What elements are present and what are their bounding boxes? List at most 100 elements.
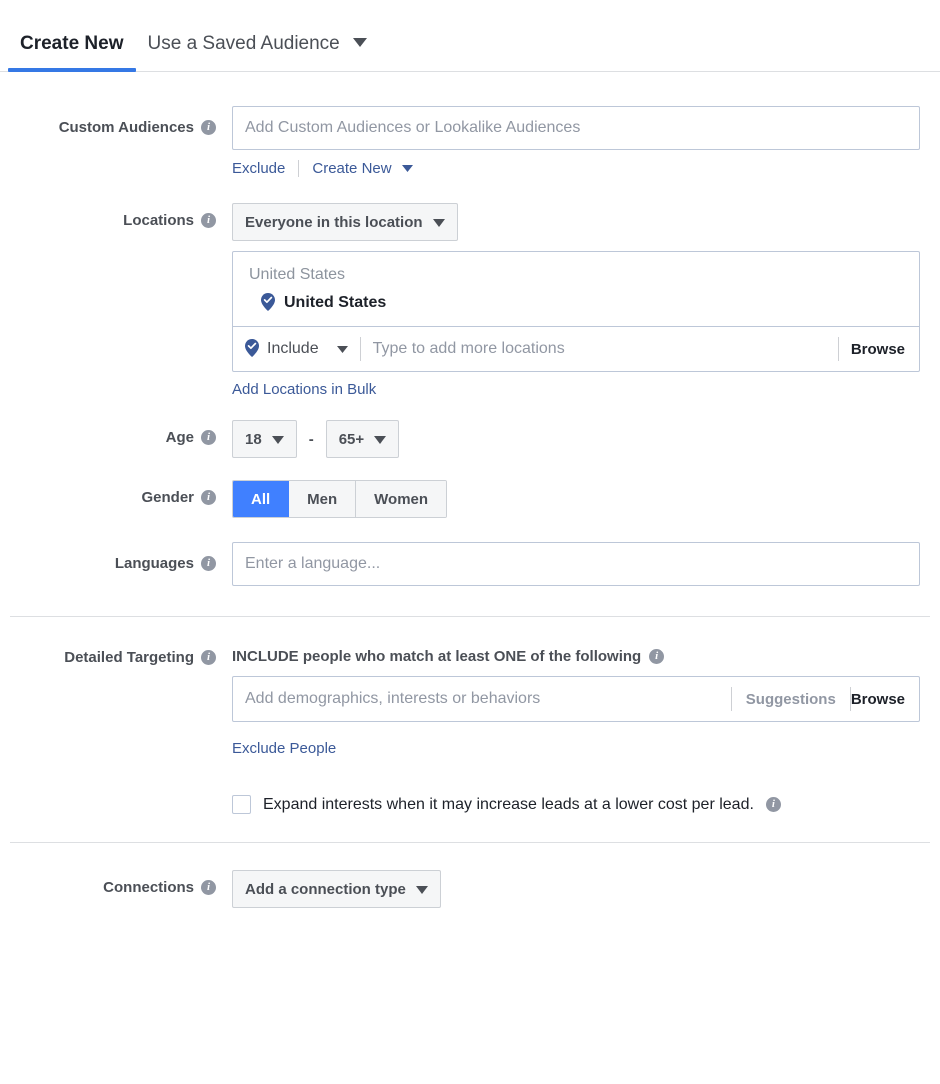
locations-input-row: Include Type to add more locations Brows… [233,326,919,371]
row-locations: Locations i Everyone in this location Un… [0,203,940,398]
detailed-targeting-browse-button[interactable]: Browse [851,691,919,708]
locations-bulk-linkrow: Add Locations in Bulk [232,381,920,398]
location-chip-label: United States [284,294,387,311]
gender-option-all[interactable]: All [233,481,290,517]
chevron-down-icon [353,31,368,53]
section-divider [10,842,930,843]
locations-box: United States United States Include Type… [232,251,920,372]
age-min-value: 18 [245,430,262,448]
custom-audiences-label-col: Custom Audiences i [0,106,232,136]
connections-label-col: Connections i [0,870,232,896]
row-languages: Languages i Enter a language... [0,542,940,586]
connections-label: Connections [103,879,194,896]
custom-audiences-label: Custom Audiences [58,119,194,136]
exclude-people-linkrow: Exclude People [232,740,920,757]
row-detailed-targeting: Detailed Targeting i INCLUDE people who … [0,648,940,814]
custom-audiences-input[interactable]: Add Custom Audiences or Lookalike Audien… [232,106,920,150]
detailed-targeting-field-col: INCLUDE people who match at least ONE of… [232,648,940,814]
languages-label-col: Languages i [0,542,232,572]
age-range-controls: 18 - 65+ [232,420,920,458]
create-new-audience-label: Create New [312,160,392,177]
locations-browse-button[interactable]: Browse [851,341,919,358]
info-icon-locations[interactable]: i [201,213,216,228]
age-max-value: 65+ [338,430,365,448]
gender-option-men[interactable]: Men [289,481,357,517]
exclude-people-link[interactable]: Exclude People [232,740,336,757]
chevron-down-icon [401,159,413,176]
detailed-targeting-suggestions-button[interactable]: Suggestions [732,691,850,708]
location-pin-icon [245,339,259,357]
custom-audiences-links: Exclude Create New [232,159,920,177]
age-field-col: 18 - 65+ [232,420,940,458]
field-separator [359,337,361,361]
info-icon-age[interactable]: i [201,430,216,445]
detailed-targeting-label-col: Detailed Targeting i [0,648,232,666]
gender-label: Gender [141,489,194,506]
chevron-down-icon [336,340,348,358]
audience-tabbar: Create New Use a Saved Audience [0,0,940,72]
exclude-audiences-link[interactable]: Exclude [232,160,285,177]
gender-field-col: All Men Women [232,480,940,518]
languages-label: Languages [114,555,194,572]
location-chip-united-states[interactable]: United States [233,288,919,326]
location-scope-label: Everyone in this location [245,213,423,231]
location-scope-dropdown[interactable]: Everyone in this location [232,203,458,241]
chevron-down-icon [432,214,445,231]
info-icon-include-rule[interactable]: i [649,649,665,664]
expand-interests-label: Expand interests when it may increase le… [263,795,754,813]
locations-label-col: Locations i [0,203,232,229]
custom-audiences-field-col: Add Custom Audiences or Lookalike Audien… [232,106,940,177]
detailed-targeting-include-title-row: INCLUDE people who match at least ONE of… [232,648,920,665]
info-icon-custom-audiences[interactable]: i [201,120,216,135]
info-icon-expand-interests[interactable]: i [765,797,781,812]
row-custom-audiences: Custom Audiences i Add Custom Audiences … [0,106,940,177]
custom-audiences-placeholder: Add Custom Audiences or Lookalike Audien… [245,119,581,136]
info-icon-detailed-targeting[interactable]: i [201,650,216,665]
link-separator [298,159,300,177]
tab-create-new-label: Create New [20,33,124,54]
field-separator [837,337,839,361]
detailed-targeting-label: Detailed Targeting [64,649,194,666]
info-icon-gender[interactable]: i [201,490,216,505]
locations-field-col: Everyone in this location United States … [232,203,940,398]
connections-field-col: Add a connection type [232,870,940,908]
languages-placeholder: Enter a language... [245,555,381,572]
location-include-label: Include [267,340,319,357]
age-min-dropdown[interactable]: 18 [232,420,297,458]
add-connection-type-dropdown[interactable]: Add a connection type [232,870,441,908]
location-include-dropdown[interactable]: Include [245,339,348,358]
audience-form: Custom Audiences i Add Custom Audiences … [0,106,940,908]
expand-interests-checkbox[interactable] [232,795,251,814]
tab-create-new[interactable]: Create New [8,33,136,72]
tab-use-saved-audience-label: Use a Saved Audience [147,33,340,54]
age-label: Age [165,429,194,446]
locations-search-input[interactable]: Type to add more locations [373,340,826,358]
age-range-separator: - [308,430,314,448]
chevron-down-icon [374,431,387,448]
info-icon-connections[interactable]: i [201,880,216,895]
info-icon-languages[interactable]: i [201,556,216,571]
create-new-audience-link[interactable]: Create New [312,159,413,177]
expand-interests-row: Expand interests when it may increase le… [232,795,920,814]
detailed-targeting-input[interactable]: Add demographics, interests or behaviors [245,690,731,708]
row-connections: Connections i Add a connection type [0,870,940,908]
row-gender: Gender i All Men Women [0,480,940,518]
languages-field-col: Enter a language... [232,542,940,586]
section-divider [10,616,930,617]
row-age: Age i 18 - 65+ [0,420,940,458]
locations-group-header: United States [249,266,346,283]
chevron-down-icon [415,881,428,898]
languages-input[interactable]: Enter a language... [232,542,920,586]
detailed-targeting-input-row: Add demographics, interests or behaviors… [232,676,920,722]
tab-use-saved-audience[interactable]: Use a Saved Audience [136,31,380,71]
age-label-col: Age i [0,420,232,446]
add-locations-in-bulk-link[interactable]: Add Locations in Bulk [232,381,376,398]
gender-option-women[interactable]: Women [356,481,447,517]
add-connection-type-label: Add a connection type [245,880,406,898]
locations-label: Locations [123,212,194,229]
location-pin-icon [261,293,275,311]
gender-label-col: Gender i [0,480,232,506]
age-max-dropdown[interactable]: 65+ [325,420,400,458]
gender-segmented-control: All Men Women [232,480,448,518]
detailed-targeting-include-title: INCLUDE people who match at least ONE of… [232,648,642,665]
